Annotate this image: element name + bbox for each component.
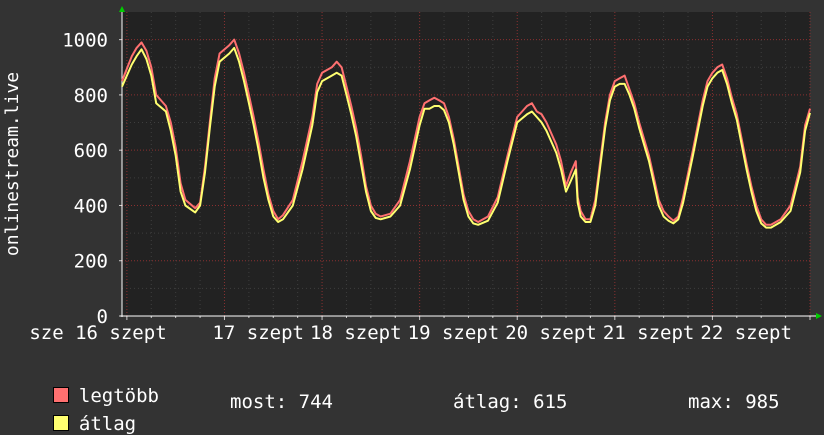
y-tick-label: 800 (74, 85, 108, 107)
x-tick-label: 19 szept (408, 322, 500, 344)
legend-swatch-atlag (52, 415, 69, 431)
y-tick-label: 400 (74, 195, 108, 217)
x-tick-label: 21 szept (603, 322, 695, 344)
y-tick-label: 200 (74, 251, 108, 273)
x-axis: sze 16 szept 17 szept 18 szept 19 szept 20 s… (29, 313, 822, 344)
x-tick-label: 17 szept (212, 322, 304, 344)
x-tick-label: sze 16 szept (29, 322, 166, 344)
y-axis-arrow (119, 6, 125, 12)
legend-item-atlag: átlag (30, 391, 136, 435)
x-tick-label: 22 szept (700, 322, 792, 344)
y-tick-label: 600 (74, 140, 108, 162)
stat-maximum: max: 985 (688, 391, 780, 413)
y-axis: 02004006008001000 (62, 6, 125, 328)
stat-current: most: 744 (230, 391, 333, 413)
x-axis-arrow (816, 313, 822, 319)
legend-label-atlag: átlag (78, 413, 137, 435)
y-tick-label: 1000 (62, 30, 108, 52)
y-axis-label: onlinestream.live (2, 72, 23, 256)
x-tick-label: 18 szept (310, 322, 402, 344)
x-tick-label: 20 szept (505, 322, 597, 344)
stat-average: átlag: 615 (453, 391, 568, 413)
